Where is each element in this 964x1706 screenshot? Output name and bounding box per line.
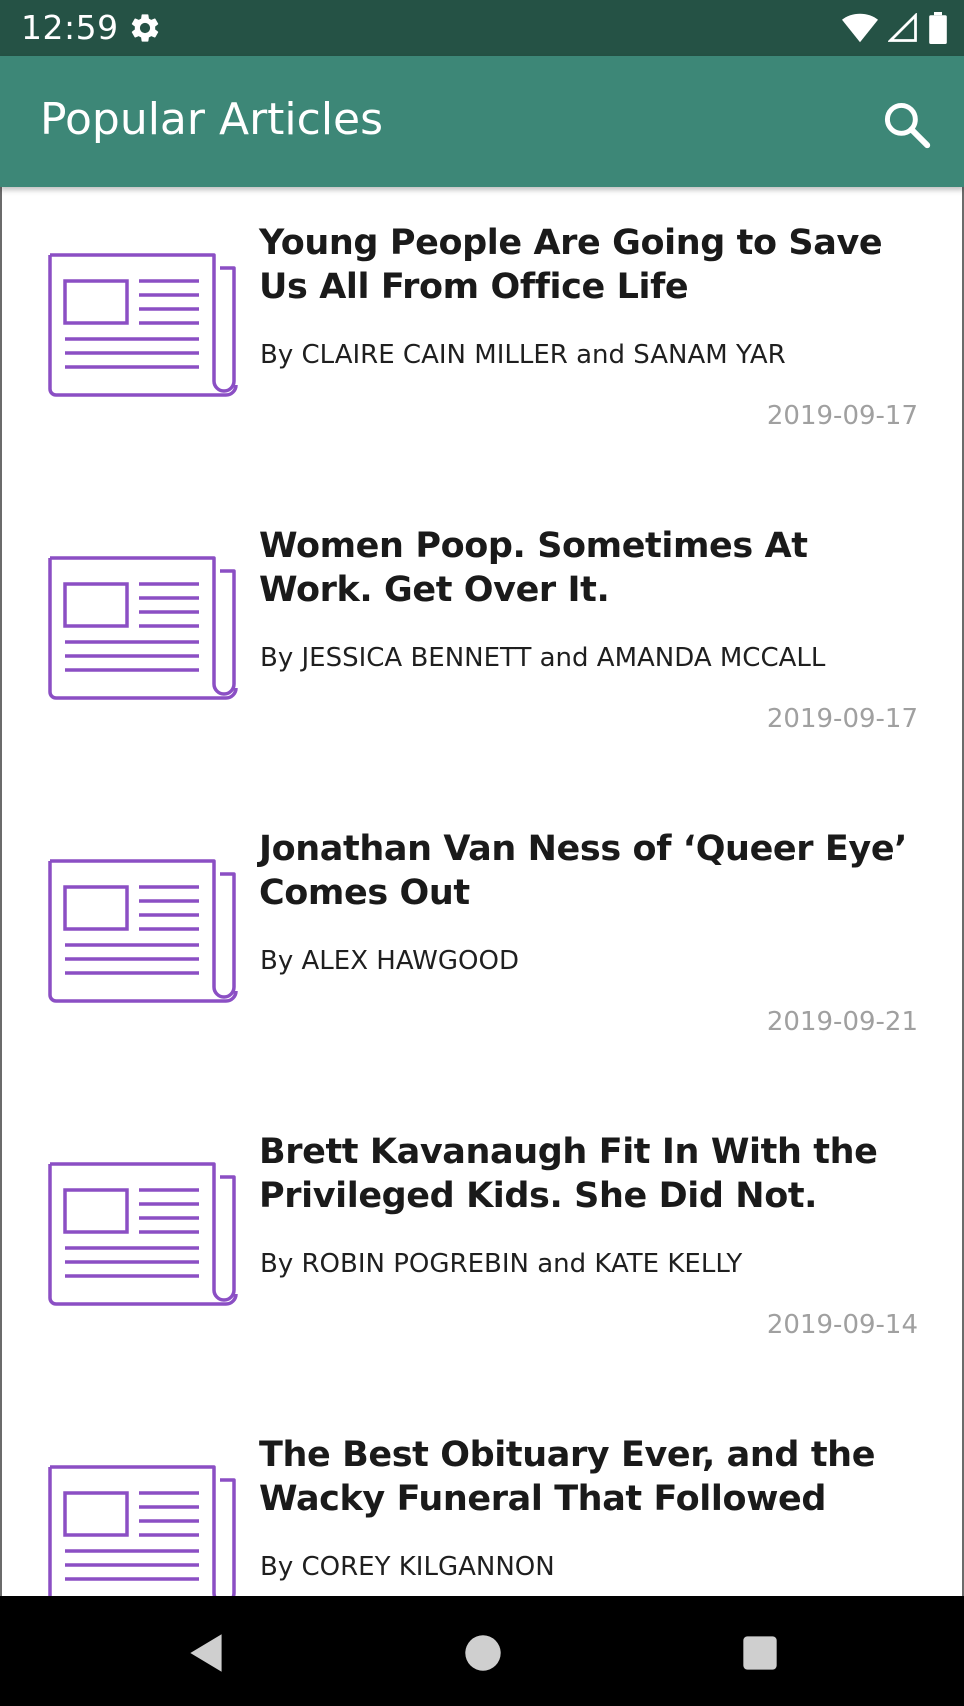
article-byline: By CLAIRE CAIN MILLER and SANAM YAR xyxy=(260,340,786,370)
article-item[interactable]: Brett Kavanaugh Fit In With the Privileg… xyxy=(2,1096,962,1399)
status-bar: 12:59 xyxy=(0,0,964,56)
article-byline: By JESSICA BENNETT and AMANDA MCCALL xyxy=(260,643,826,673)
newspaper-icon xyxy=(48,1162,240,1308)
status-icons xyxy=(842,11,948,45)
article-date: 2019-09-14 xyxy=(766,1310,918,1340)
article-item[interactable]: Women Poop. Sometimes At Work. Get Over … xyxy=(2,490,962,793)
article-byline: By COREY KILGANNON xyxy=(260,1552,555,1582)
gear-icon xyxy=(131,14,159,42)
article-date: 2019-09-17 xyxy=(766,401,918,431)
navigation-bar xyxy=(0,1596,964,1706)
article-byline: By ALEX HAWGOOD xyxy=(260,946,519,976)
article-list[interactable]: Young People Are Going to Save Us All Fr… xyxy=(0,187,964,1596)
cellular-icon xyxy=(888,13,917,42)
wifi-icon xyxy=(842,13,878,43)
recents-icon[interactable] xyxy=(735,1628,785,1678)
page-title: Popular Articles xyxy=(40,94,384,145)
back-icon[interactable] xyxy=(182,1628,232,1678)
battery-icon xyxy=(929,12,947,44)
search-icon[interactable] xyxy=(880,98,934,152)
article-byline: By ROBIN POGREBIN and KATE KELLY xyxy=(260,1249,743,1279)
newspaper-icon xyxy=(48,556,240,702)
article-item[interactable]: The Best Obituary Ever, and the Wacky Fu… xyxy=(2,1399,962,1596)
article-date: 2019-09-21 xyxy=(766,1007,918,1037)
article-title: The Best Obituary Ever, and the Wacky Fu… xyxy=(259,1435,876,1519)
article-item[interactable]: Young People Are Going to Save Us All Fr… xyxy=(2,187,962,490)
article-title: Women Poop. Sometimes At Work. Get Over … xyxy=(259,526,808,610)
article-date: 2019-09-17 xyxy=(766,704,918,734)
newspaper-icon xyxy=(48,253,240,399)
status-time: 12:59 xyxy=(21,8,119,47)
newspaper-icon xyxy=(48,1465,240,1596)
article-title: Jonathan Van Ness of ‘Queer Eye’ Comes O… xyxy=(259,829,908,913)
home-icon[interactable] xyxy=(458,1628,508,1678)
app-bar: Popular Articles xyxy=(0,56,964,187)
article-title: Young People Are Going to Save Us All Fr… xyxy=(259,223,883,307)
article-item[interactable]: Jonathan Van Ness of ‘Queer Eye’ Comes O… xyxy=(2,793,962,1096)
newspaper-icon xyxy=(48,859,240,1005)
article-title: Brett Kavanaugh Fit In With the Privileg… xyxy=(259,1132,878,1216)
